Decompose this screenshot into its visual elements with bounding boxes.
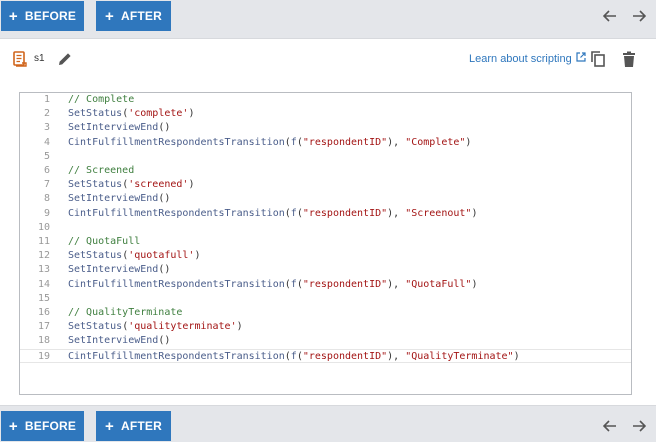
code-line[interactable]: 7 SetStatus('screened') (20, 178, 631, 192)
plus-icon: + (105, 7, 114, 25)
arrow-left-icon[interactable] (600, 416, 620, 436)
code-text: SetStatus('screened') (68, 179, 195, 191)
code-line[interactable]: 19 CintFulfillmentRespondentsTransition(f… (20, 348, 631, 363)
code-line[interactable]: 8 SetInterviewEnd() (20, 192, 631, 206)
external-link-icon (576, 52, 586, 65)
code-line[interactable]: 6 // Screened (20, 164, 631, 178)
code-line[interactable]: 10 (20, 221, 631, 235)
plus-icon: + (8, 7, 18, 25)
line-number: 12 (37, 250, 50, 262)
code-line[interactable]: 5 (20, 150, 631, 164)
add-after-label: AFTER (120, 419, 162, 433)
code-text: CintFulfillmentRespondentsTransition(f("… (68, 350, 520, 362)
code-text: CintFulfillmentRespondentsTransition(f("… (68, 136, 472, 148)
code-line[interactable]: 17 SetStatus('qualityterminate') (20, 320, 631, 334)
script-card: s1 Learn about scripting 1 // Complete 2… (0, 38, 656, 406)
code-text: // Complete (68, 94, 135, 105)
learn-about-scripting-link[interactable]: Learn about scripting (469, 52, 586, 65)
line-number: 10 (37, 221, 50, 233)
line-number: 6 (43, 165, 50, 176)
line-number: 16 (37, 307, 50, 318)
script-card-header: s1 Learn about scripting (0, 39, 656, 79)
script-icon (13, 51, 27, 67)
plus-icon: + (105, 417, 114, 435)
arrow-right-icon[interactable] (629, 6, 649, 26)
arrow-right-icon[interactable] (629, 416, 649, 436)
code-line[interactable]: 14 CintFulfillmentRespondentsTransition(f… (20, 278, 631, 292)
add-after-button[interactable]: + AFTER (96, 1, 171, 31)
plus-icon: + (8, 417, 18, 435)
code-text: // QualityTerminate (68, 307, 183, 318)
line-number: 5 (43, 150, 50, 162)
code-line[interactable]: 18 SetInterviewEnd() (20, 334, 631, 348)
top-toolbar: + BEFORE + AFTER (0, 0, 656, 32)
pencil-icon[interactable] (56, 50, 74, 68)
code-text: SetStatus('qualityterminate') (68, 321, 243, 333)
line-number: 2 (43, 108, 50, 120)
line-number: 14 (37, 278, 50, 290)
code-line[interactable]: 9 CintFulfillmentRespondentsTransition(f(… (20, 207, 631, 221)
arrow-left-icon[interactable] (600, 6, 620, 26)
line-number: 8 (43, 193, 50, 205)
code-line[interactable]: 12 SetStatus('quotafull') (20, 249, 631, 263)
code-text: SetInterviewEnd() (68, 122, 171, 134)
code-text: CintFulfillmentRespondentsTransition(f("… (68, 207, 478, 219)
line-number: 19 (37, 350, 50, 362)
code-line[interactable]: 16 // QualityTerminate (20, 306, 631, 320)
line-number: 15 (37, 292, 50, 304)
code-line[interactable]: 2 SetStatus('complete') (20, 107, 631, 121)
line-number: 9 (43, 207, 50, 219)
copy-icon[interactable] (588, 49, 608, 69)
add-before-label: BEFORE (24, 419, 77, 433)
line-number: 17 (37, 321, 50, 333)
line-number: 11 (37, 236, 50, 247)
code-text: SetInterviewEnd() (68, 335, 171, 347)
add-before-button[interactable]: + BEFORE (1, 1, 84, 31)
code-text: CintFulfillmentRespondentsTransition(f("… (68, 278, 478, 290)
code-line[interactable]: 1 // Complete (20, 93, 631, 107)
code-line[interactable]: 4 CintFulfillmentRespondentsTransition(f(… (20, 136, 631, 150)
add-after-button[interactable]: + AFTER (96, 411, 171, 441)
bottom-toolbar: + BEFORE + AFTER (0, 410, 656, 442)
code-line[interactable]: 15 (20, 292, 631, 306)
code-text: SetInterviewEnd() (68, 264, 171, 276)
add-after-label: AFTER (120, 9, 162, 23)
line-number: 7 (43, 179, 50, 191)
code-text: SetInterviewEnd() (68, 193, 171, 205)
line-number: 4 (43, 136, 50, 148)
code-text: // Screened (68, 165, 135, 176)
learn-link-label: Learn about scripting (469, 52, 572, 65)
line-number: 13 (37, 264, 50, 276)
code-text: // QuotaFull (68, 236, 141, 247)
add-before-label: BEFORE (24, 9, 77, 23)
code-text: SetStatus('complete') (68, 108, 195, 120)
code-text: SetStatus('quotafull') (68, 250, 201, 262)
trash-icon[interactable] (619, 49, 639, 69)
script-name: s1 (34, 53, 45, 64)
code-line[interactable]: 3 SetInterviewEnd() (20, 121, 631, 135)
code-line[interactable]: 11 // QuotaFull (20, 235, 631, 249)
code-line[interactable]: 13 SetInterviewEnd() (20, 263, 631, 277)
line-number: 1 (43, 94, 50, 105)
add-before-button[interactable]: + BEFORE (1, 411, 84, 441)
line-number: 18 (37, 335, 50, 347)
line-number: 3 (43, 122, 50, 134)
code-editor[interactable]: 1 // Complete 2 SetStatus('complete') 3 SetIn… (19, 92, 632, 395)
